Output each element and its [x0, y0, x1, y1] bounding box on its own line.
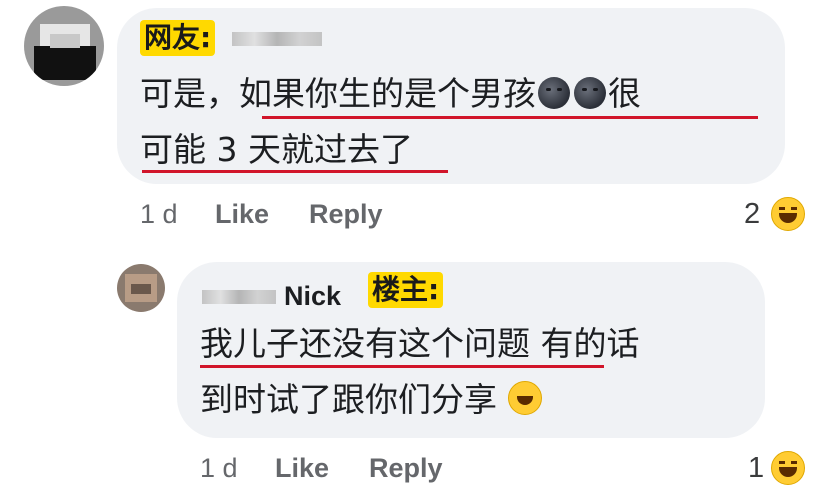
highlight-underline	[200, 365, 604, 368]
like-button[interactable]: Like	[275, 451, 329, 485]
reaction-count[interactable]: 1	[748, 451, 764, 485]
rolling-on-floor-laughing-icon	[507, 381, 542, 415]
author-name[interactable]: Nick	[284, 281, 341, 312]
reply-text-line: 我儿子还没有这个问题 有的话	[200, 324, 640, 363]
avatar[interactable]	[117, 264, 165, 312]
like-button[interactable]: Like	[215, 197, 269, 231]
reply-button[interactable]: Reply	[309, 197, 383, 231]
blurred-author-name	[202, 290, 276, 304]
blurred-commenter-name	[232, 32, 322, 46]
comment-text-line: 可能 3 天就过去了	[140, 130, 413, 169]
reaction-count[interactable]: 2	[744, 197, 760, 231]
comment-text-line: 可是，如果你生的是个男孩很	[140, 74, 641, 113]
reply-text-line: 到时试了跟你们分享	[200, 378, 542, 422]
highlight-underline	[142, 170, 448, 173]
reply-timestamp[interactable]: 1 d	[200, 451, 238, 485]
new-moon-face-icon	[574, 77, 606, 109]
author-tag: 楼主:	[368, 272, 444, 308]
new-moon-face-icon	[538, 77, 570, 109]
highlight-underline	[262, 116, 758, 119]
avatar[interactable]	[24, 6, 104, 86]
reply-button[interactable]: Reply	[369, 451, 443, 485]
comment-timestamp[interactable]: 1 d	[140, 197, 178, 231]
laughing-face-icon[interactable]	[771, 451, 805, 485]
commenter-tag: 网友:	[140, 20, 216, 56]
laughing-face-icon[interactable]	[771, 197, 805, 231]
